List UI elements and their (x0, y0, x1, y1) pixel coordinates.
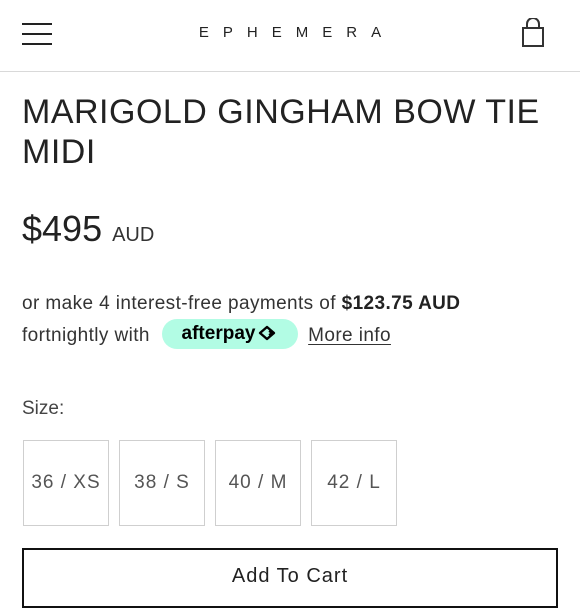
afterpay-installments: or make 4 interest-free payments of $123… (22, 288, 567, 352)
size-option-38-s[interactable]: 38 / S (119, 440, 205, 526)
afterpay-logo-text: afterpay (181, 322, 256, 344)
site-header: EPHEMERA (0, 0, 580, 72)
shopping-bag-icon[interactable] (518, 18, 548, 50)
product-title: MARIGOLD GINGHAM BOW TIE MIDI (22, 93, 540, 171)
more-info-link[interactable]: More info (308, 325, 391, 346)
hamburger-menu-icon[interactable] (22, 22, 52, 46)
size-option-36-xs[interactable]: 36 / XS (23, 440, 109, 526)
afterpay-arrows-icon (259, 325, 276, 341)
afterpay-badge[interactable]: afterpay (161, 318, 299, 349)
installments-prefix: or make 4 interest-free payments of (22, 293, 336, 314)
installments-suffix: fortnightly with (22, 325, 150, 346)
price-amount: $495 (22, 208, 103, 249)
size-label: Size: (22, 398, 65, 419)
product-price: $495 AUD (22, 208, 154, 252)
size-option-40-m[interactable]: 40 / M (215, 440, 301, 526)
site-logo[interactable]: EPHEMERA (140, 24, 440, 41)
size-options: 36 / XS 38 / S 40 / M 42 / L (23, 440, 407, 526)
installment-amount: $123.75 AUD (341, 293, 461, 314)
add-to-cart-button[interactable]: Add To Cart (22, 548, 558, 608)
size-option-42-l[interactable]: 42 / L (311, 440, 397, 526)
price-currency: AUD (112, 224, 155, 246)
